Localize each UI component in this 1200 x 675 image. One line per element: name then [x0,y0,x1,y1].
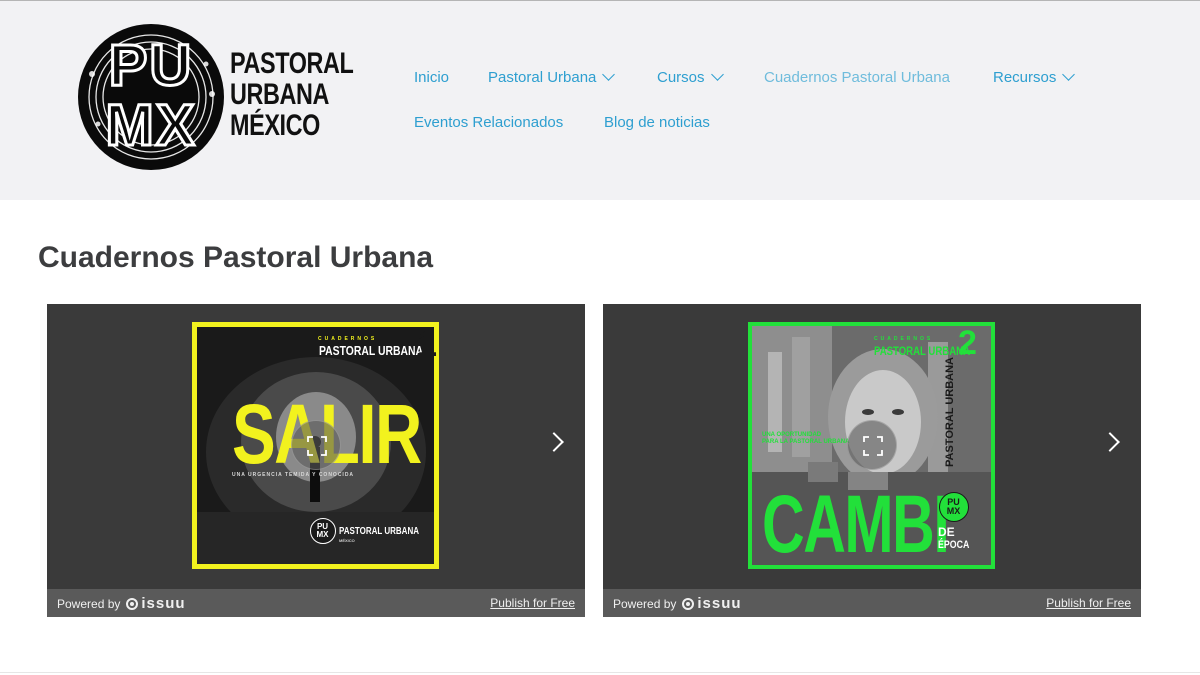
chevron-down-icon [1062,68,1076,81]
nav-label: Cursos [657,69,705,86]
nav-item-eventos[interactable]: Eventos Relacionados [414,114,563,132]
wordmark-line-3: MÉXICO [230,109,320,142]
monogram-top: PU [107,33,194,98]
cover-suffix-1: DE [938,525,955,539]
page-title: Cuadernos Pastoral Urbana [38,241,434,274]
site-header: PU MX PASTORAL URBANA MÉXICO Inicio Past… [0,0,1200,200]
nav-item-pastoral-urbana[interactable]: Pastoral Urbana [488,68,616,87]
chevron-down-icon [602,68,616,81]
logo-wordmark: PASTORAL URBANA MÉXICO [230,47,354,142]
issuu-wordmark: issuu [141,595,186,612]
cover-badge: PU MX [939,492,969,522]
issuu-logo-icon [126,598,139,610]
nav-item-blog[interactable]: Blog de noticias [604,114,710,132]
issuu-wordmark: issuu [697,595,742,612]
publish-for-free-link[interactable]: Publish for Free [490,596,575,610]
logo-emblem: PU MX [78,24,224,170]
nav-item-recursos[interactable]: Recursos [993,68,1076,87]
cover-side-text: PASTORAL URBANA [944,356,956,467]
cover-suffix-2: ÉPOCA [938,539,970,551]
chevron-right-icon[interactable] [1100,432,1120,452]
cover-badge-sub: MÉXICO [339,538,355,543]
fullscreen-button[interactable] [291,420,341,470]
publication-cover-1[interactable]: CUADERNOS PASTORAL URBANA 1 SALIR UNA UR… [192,322,439,569]
cover-number: 2 [958,324,977,362]
powered-by-label: Powered by [613,597,677,611]
cover-series: CUADERNOS [874,336,934,342]
nav-label: Pastoral Urbana [488,69,597,86]
issuu-embed-1[interactable]: CUADERNOS PASTORAL URBANA 1 SALIR UNA UR… [47,304,585,617]
issuu-logo-icon [682,598,695,610]
wordmark-line-1: PASTORAL [230,47,354,80]
cover-series-title: PASTORAL URBANA [874,344,971,358]
powered-by-label: Powered by [57,597,121,611]
issuu-embed-2[interactable]: CUADERNOS PASTORAL URBANA 2 UNA OPORTUNI… [603,304,1141,617]
nav-label: Inicio [414,69,450,86]
cover-headline: CAMBI [762,479,950,569]
chevron-right-icon[interactable] [544,432,564,452]
nav-item-inicio[interactable]: Inicio [414,69,449,87]
nav-label: Cuadernos Pastoral Urbana [764,69,950,86]
nav-item-cuadernos[interactable]: Cuadernos Pastoral Urbana [764,69,950,87]
cover-tagline-2: PARA LA PASTORAL URBANA [762,439,850,445]
chevron-down-icon [710,68,724,81]
site-logo[interactable]: PU MX PASTORAL URBANA MÉXICO [78,24,354,172]
powered-by[interactable]: Powered by issuu [57,596,186,611]
fullscreen-icon [863,436,883,456]
badge-bottom: MX [946,506,961,516]
main-nav: Inicio Pastoral Urbana Cursos Cuadernos … [414,1,1194,201]
embed-footer: Powered by issuu Publish for Free [603,589,1141,617]
fullscreen-icon [307,436,327,456]
fullscreen-button[interactable] [847,420,897,470]
badge-bottom: MX [316,530,329,539]
cover-badge: PU MX [310,518,336,544]
powered-by[interactable]: Powered by issuu [613,596,742,611]
cover-series: CUADERNOS [318,336,378,342]
cover-series-title: PASTORAL URBANA [319,343,424,358]
cover-tagline-1: UNA OPORTUNIDAD [762,432,822,438]
logo-monogram: PU MX [78,24,224,170]
nav-label: Blog de noticias [604,114,710,131]
publish-for-free-link[interactable]: Publish for Free [1046,596,1131,610]
cover-tagline: UNA URGENCIA TEMIDA Y CONOCIDA [232,472,355,478]
cover-badge-label: PASTORAL URBANA [339,526,420,537]
monogram-bottom: MX [104,93,197,158]
cover-number: 1 [417,323,438,364]
content-divider [0,672,1200,673]
wordmark-line-2: URBANA [230,78,330,111]
nav-label: Recursos [993,69,1057,86]
embed-footer: Powered by issuu Publish for Free [47,589,585,617]
nav-label: Eventos Relacionados [414,114,564,131]
nav-item-cursos[interactable]: Cursos [657,68,724,87]
publication-cover-2[interactable]: CUADERNOS PASTORAL URBANA 2 UNA OPORTUNI… [748,322,995,569]
